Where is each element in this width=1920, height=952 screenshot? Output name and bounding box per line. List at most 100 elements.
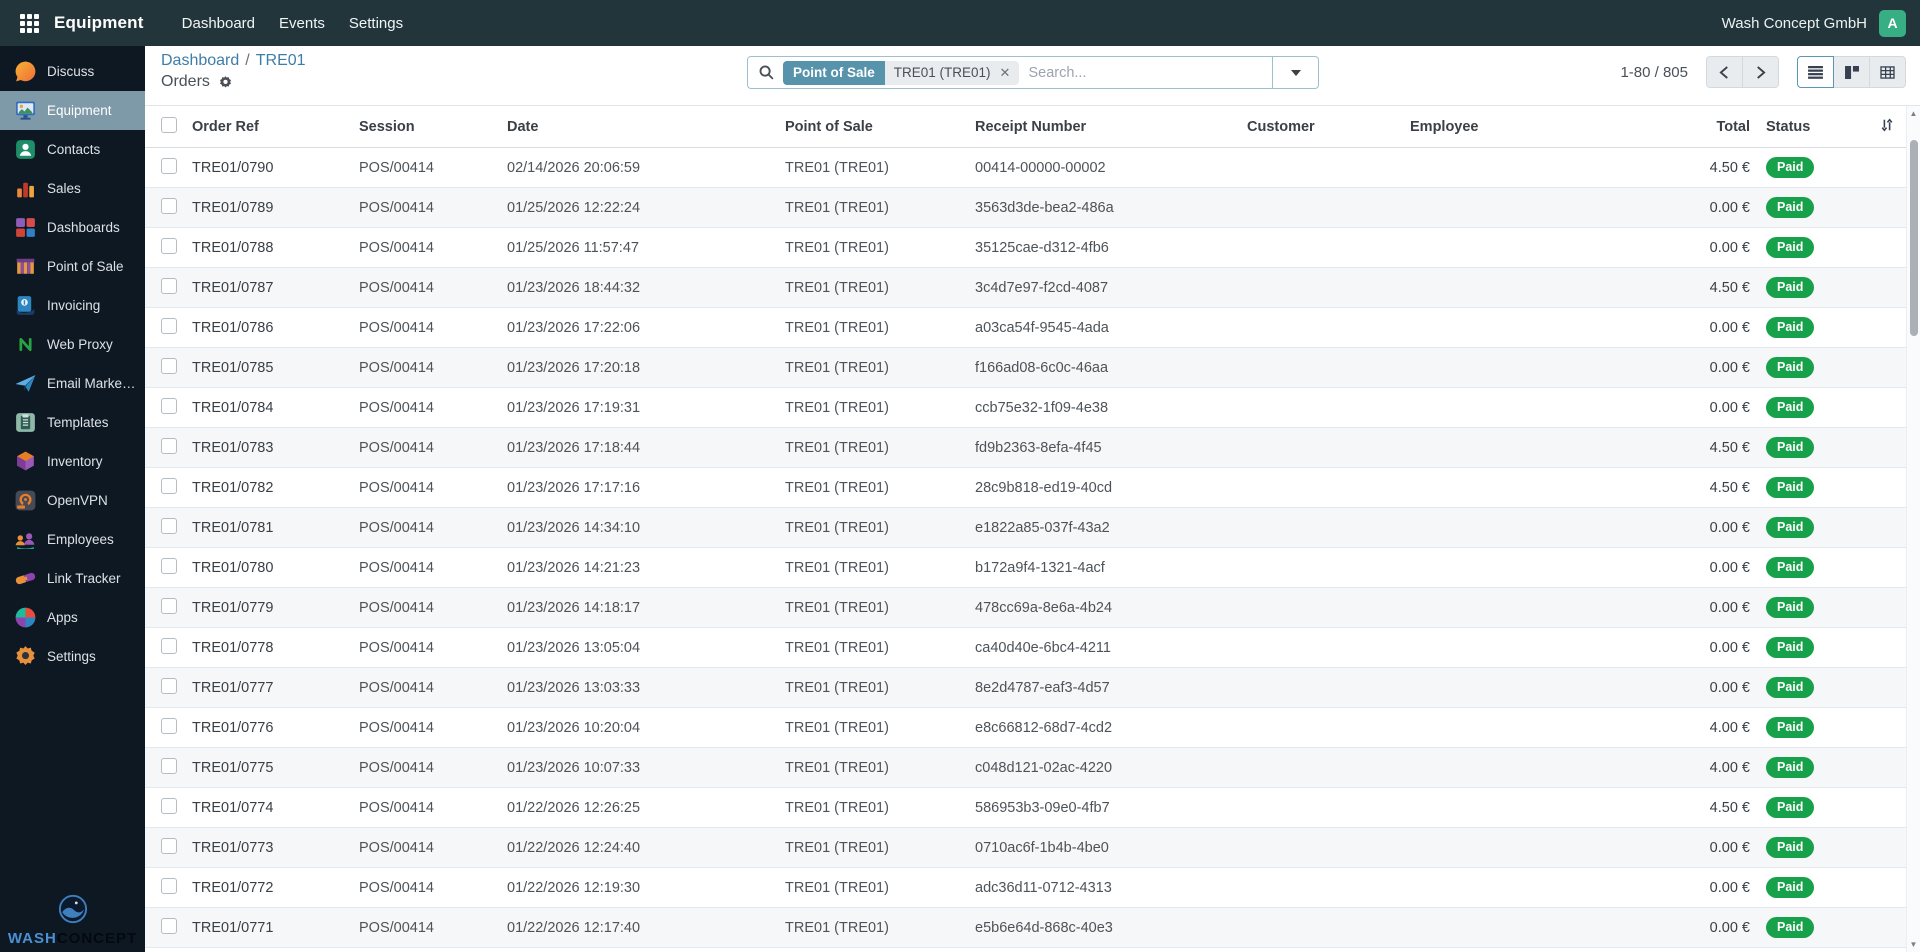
action-gear-icon[interactable] [218,75,233,90]
scrollbar-thumb[interactable] [1910,140,1918,336]
cell-status: Paid [1758,357,1830,378]
facet-remove-icon[interactable]: ✕ [1000,66,1011,79]
row-checkbox[interactable] [161,677,177,694]
table-row[interactable]: TRE01/0787 POS/00414 01/23/2026 18:44:32… [145,268,1920,308]
table-row[interactable]: TRE01/0788 POS/00414 01/25/2026 11:57:47… [145,228,1920,268]
select-all-checkbox[interactable] [161,116,177,133]
table-row[interactable]: TRE01/0786 POS/00414 01/23/2026 17:22:06… [145,308,1920,348]
cell-total: 0.00 € [1709,199,1750,216]
row-checkbox[interactable] [161,637,177,654]
sidebar-item-email-marketing[interactable]: Email Marketing [0,364,145,403]
nav-menu-events[interactable]: Events [267,0,337,46]
table-row[interactable]: TRE01/0779 POS/00414 01/23/2026 14:18:17… [145,588,1920,628]
row-checkbox[interactable] [161,717,177,734]
row-checkbox[interactable] [161,557,177,574]
row-checkbox[interactable] [161,837,177,854]
row-checkbox-cell [145,397,192,418]
table-row[interactable]: TRE01/0782 POS/00414 01/23/2026 17:17:16… [145,468,1920,508]
row-checkbox[interactable] [161,917,177,934]
row-checkbox[interactable] [161,237,177,254]
sidebar-item-sales[interactable]: Sales [0,169,145,208]
row-checkbox[interactable] [161,597,177,614]
row-checkbox[interactable] [161,437,177,454]
sidebar-item-openvpn[interactable]: OpenVPN [0,481,145,520]
sidebar-item-inventory[interactable]: Inventory [0,442,145,481]
header-receipt-number[interactable]: Receipt Number [975,119,1247,135]
apps-grid-icon[interactable] [14,8,44,38]
row-checkbox[interactable] [161,277,177,294]
row-checkbox-cell [145,557,192,578]
header-status[interactable]: Status [1758,119,1830,135]
header-customer[interactable]: Customer [1247,119,1410,135]
sidebar-item-templates[interactable]: Templates [0,403,145,442]
table-row[interactable]: TRE01/0771 POS/00414 01/22/2026 12:17:40… [145,908,1920,948]
nav-menu-settings[interactable]: Settings [337,0,415,46]
cell-point-of-sale: TRE01 (TRE01) [785,279,889,296]
cell-session: POS/00414 [359,919,434,936]
table-row[interactable]: TRE01/0783 POS/00414 01/23/2026 17:18:44… [145,428,1920,468]
table-row[interactable]: TRE01/0789 POS/00414 01/25/2026 12:22:24… [145,188,1920,228]
row-checkbox[interactable] [161,797,177,814]
row-checkbox[interactable] [161,517,177,534]
sidebar-item-invoicing[interactable]: Invoicing [0,286,145,325]
apps-icon [13,605,38,630]
header-date[interactable]: Date [507,119,785,135]
table-row[interactable]: TRE01/0772 POS/00414 01/22/2026 12:19:30… [145,868,1920,908]
sidebar-item-equipment[interactable]: Equipment [0,91,145,130]
sidebar-item-discuss[interactable]: Discuss [0,52,145,91]
view-list-button[interactable] [1797,56,1834,88]
row-checkbox[interactable] [161,397,177,414]
view-pivot-button[interactable] [1869,56,1906,88]
cell-date: 01/23/2026 13:03:33 [507,679,641,696]
table-row[interactable]: TRE01/0790 POS/00414 02/14/2026 20:06:59… [145,148,1920,188]
sidebar-item-link-tracker[interactable]: Link Tracker [0,559,145,598]
sidebar-item-employees[interactable]: Employees [0,520,145,559]
table-row[interactable]: TRE01/0777 POS/00414 01/23/2026 13:03:33… [145,668,1920,708]
nav-menu-dashboard[interactable]: Dashboard [170,0,267,46]
row-checkbox-cell [145,717,192,738]
table-row[interactable]: TRE01/0784 POS/00414 01/23/2026 17:19:31… [145,388,1920,428]
row-checkbox[interactable] [161,757,177,774]
app-window: Equipment Dashboard Events Settings Wash… [0,0,1920,952]
scrollbar-up-icon[interactable]: ▲ [1907,106,1920,121]
table-row[interactable]: TRE01/0775 POS/00414 01/23/2026 10:07:33… [145,748,1920,788]
table-row[interactable]: TRE01/0781 POS/00414 01/23/2026 14:34:10… [145,508,1920,548]
scrollbar-down-icon[interactable]: ▼ [1907,937,1920,952]
cell-session: POS/00414 [359,719,434,736]
search-input[interactable] [1028,64,1272,81]
user-menu[interactable]: Wash Concept GmbH [1722,15,1867,32]
header-employee[interactable]: Employee [1410,119,1700,135]
table-row[interactable]: TRE01/0785 POS/00414 01/23/2026 17:20:18… [145,348,1920,388]
pager-previous-button[interactable] [1706,56,1743,88]
row-checkbox[interactable] [161,357,177,374]
sidebar-item-web-proxy[interactable]: Web Proxy [0,325,145,364]
pager-range[interactable]: 1-80 / 805 [1620,64,1688,81]
sidebar-item-contacts[interactable]: Contacts [0,130,145,169]
pager-next-button[interactable] [1742,56,1779,88]
table-row[interactable]: TRE01/0778 POS/00414 01/23/2026 13:05:04… [145,628,1920,668]
row-checkbox[interactable] [161,197,177,214]
sidebar: Discuss Equipment Contacts Sales Dashboa… [0,46,145,952]
search-dropdown-toggle[interactable] [1272,57,1318,88]
sidebar-item-dashboards[interactable]: Dashboards [0,208,145,247]
header-session[interactable]: Session [359,119,507,135]
sidebar-item-settings[interactable]: Settings [0,637,145,676]
sidebar-item-apps[interactable]: Apps [0,598,145,637]
table-row[interactable]: TRE01/0780 POS/00414 01/23/2026 14:21:23… [145,548,1920,588]
cell-total: 0.00 € [1709,879,1750,896]
sidebar-item-point-of-sale[interactable]: Point of Sale [0,247,145,286]
header-point-of-sale[interactable]: Point of Sale [785,119,975,135]
cell-receipt-number: b172a9f4-1321-4acf [975,559,1105,576]
row-checkbox[interactable] [161,477,177,494]
table-row[interactable]: TRE01/0773 POS/00414 01/22/2026 12:24:40… [145,828,1920,868]
view-kanban-button[interactable] [1833,56,1870,88]
table-row[interactable]: TRE01/0776 POS/00414 01/23/2026 10:20:04… [145,708,1920,748]
row-checkbox[interactable] [161,877,177,894]
row-checkbox[interactable] [161,157,177,174]
breadcrumb-dashboard-link[interactable]: Dashboard [161,52,239,69]
header-order-ref[interactable]: Order Ref [192,119,359,135]
table-row[interactable]: TRE01/0774 POS/00414 01/22/2026 12:26:25… [145,788,1920,828]
row-checkbox[interactable] [161,317,177,334]
header-total[interactable]: Total [1700,119,1758,135]
avatar[interactable]: A [1879,9,1906,37]
